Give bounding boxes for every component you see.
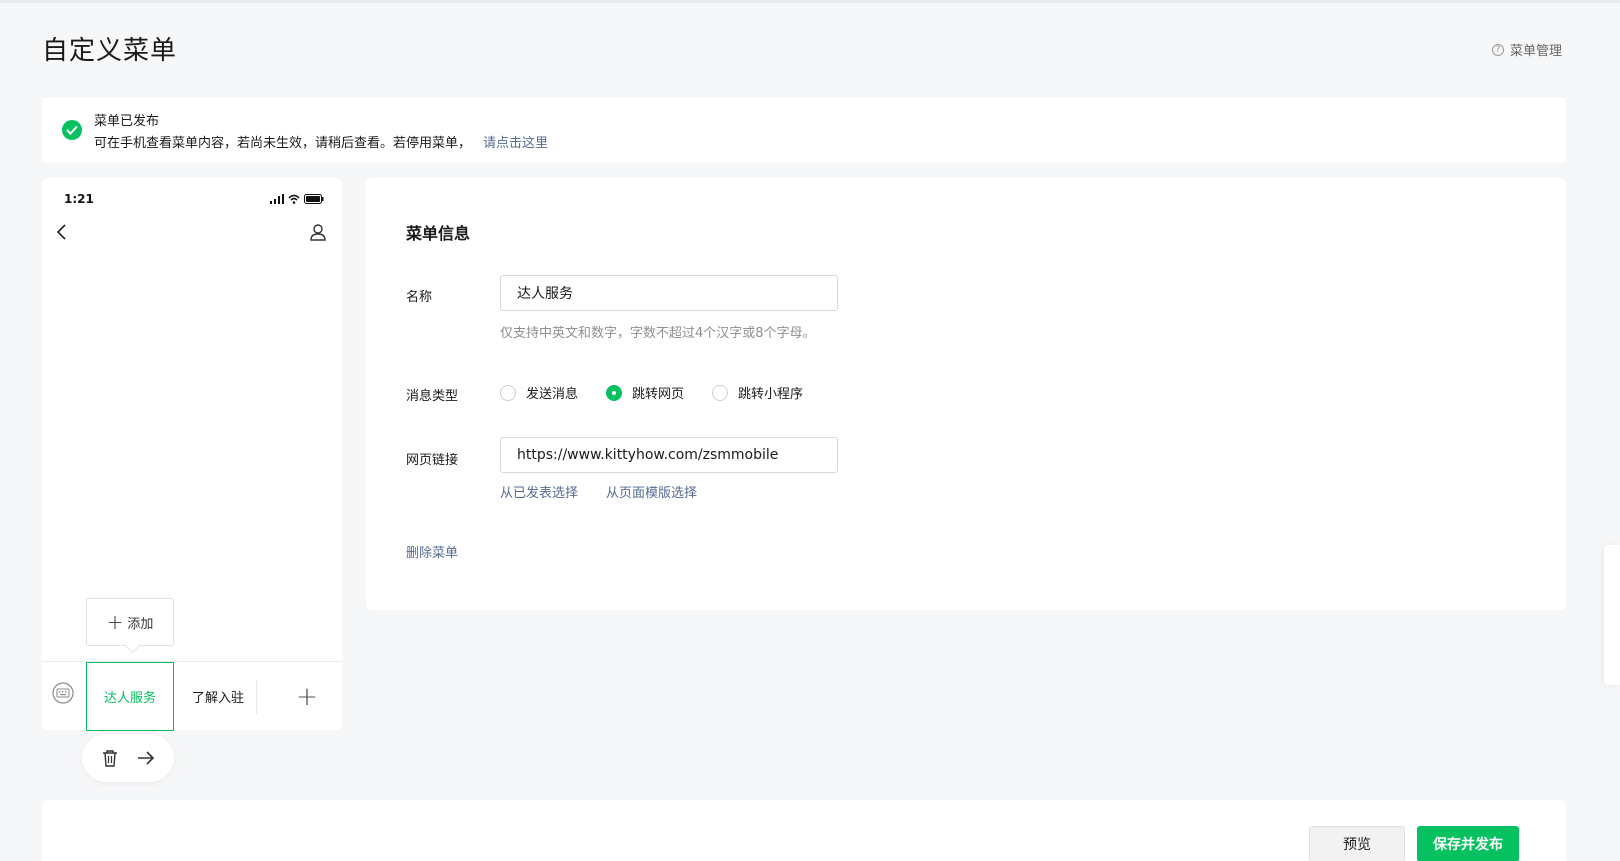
add-submenu-label: 添加 (127, 616, 154, 632)
menu-manage-label: 菜单管理 (1509, 44, 1562, 59)
select-template-link[interactable]: 从页面模版选择 (606, 482, 697, 501)
menu-tools (82, 734, 174, 782)
battery-icon (304, 194, 324, 204)
footer-bar: 预览 保存并发布 (42, 800, 1566, 861)
trash-icon[interactable] (99, 747, 121, 769)
notice-title: 菜单已发布 (94, 114, 160, 129)
menu-item-2[interactable]: 了解入驻 (174, 662, 262, 731)
user-icon[interactable] (308, 222, 328, 242)
url-label: 网页链接 (406, 453, 459, 468)
add-submenu-button[interactable]: + 添加 (86, 598, 174, 646)
keyboard-icon[interactable] (52, 682, 74, 704)
notice-desc: 可在手机查看菜单内容，若尚未生效，请稍后查看。若停用菜单， 请点击这里 (94, 132, 548, 151)
page-title: 自定义菜单 (42, 36, 178, 66)
radio-send-message[interactable]: 发送消息 (500, 383, 578, 402)
arrow-right-icon[interactable] (135, 747, 157, 769)
notice-desc-text: 可在手机查看菜单内容，若尚未生效，请稍后查看。若停用菜单， (94, 136, 472, 151)
top-divider (0, 0, 1620, 3)
add-menu-button[interactable]: + (272, 662, 342, 731)
side-float-tab[interactable] (1604, 545, 1620, 685)
menu-bar: 达人服务 了解入驻 + (42, 661, 342, 731)
help-icon: ? (1491, 43, 1504, 56)
menu-name-input[interactable]: 达人服务 (500, 275, 838, 311)
signal-icon (270, 194, 284, 204)
name-hint: 仅支持中英文和数字，字数不超过4个汉字或8个字母。 (500, 326, 816, 341)
radio-jump-webpage[interactable]: 跳转网页 (606, 383, 684, 402)
status-icons (270, 194, 324, 204)
delete-menu-link[interactable]: 删除菜单 (406, 542, 458, 561)
plus-icon: + (106, 610, 124, 634)
editor-title: 菜单信息 (406, 224, 471, 243)
radio-label: 发送消息 (526, 387, 579, 402)
save-publish-button[interactable]: 保存并发布 (1417, 826, 1519, 861)
back-icon[interactable] (52, 222, 72, 242)
menu-manage-link[interactable]: ? 菜单管理 (1491, 40, 1562, 59)
message-type-label: 消息类型 (406, 389, 459, 404)
select-published-link[interactable]: 从已发表选择 (500, 482, 578, 501)
menu-divider (256, 680, 257, 714)
menu-item-selected[interactable]: 达人服务 (86, 662, 174, 731)
name-label: 名称 (406, 290, 433, 305)
radio-dot (606, 384, 623, 401)
menu-editor-panel: 菜单信息 名称 达人服务 仅支持中英文和数字，字数不超过4个汉字或8个字母。 消… (366, 178, 1566, 610)
url-input[interactable]: https://www.kittyhow.com/zsmmobile (500, 437, 838, 473)
status-time: 1:21 (64, 192, 94, 206)
publish-notice: 菜单已发布 可在手机查看菜单内容，若尚未生效，请稍后查看。若停用菜单， 请点击这里 (42, 98, 1566, 163)
radio-jump-miniprogram[interactable]: 跳转小程序 (712, 383, 803, 402)
check-circle-icon (62, 120, 82, 140)
radio-label: 跳转网页 (632, 387, 685, 402)
preview-button[interactable]: 预览 (1309, 826, 1405, 861)
phone-preview: 1:21 + 添加 达人服务 了解入驻 + (42, 178, 342, 731)
disable-menu-link[interactable]: 请点击这里 (483, 136, 548, 151)
message-type-radio-group: 发送消息 跳转网页 跳转小程序 (500, 383, 803, 402)
radio-label: 跳转小程序 (738, 387, 804, 402)
wifi-icon (288, 194, 300, 204)
radio-dot (500, 384, 516, 401)
radio-dot (712, 384, 729, 401)
